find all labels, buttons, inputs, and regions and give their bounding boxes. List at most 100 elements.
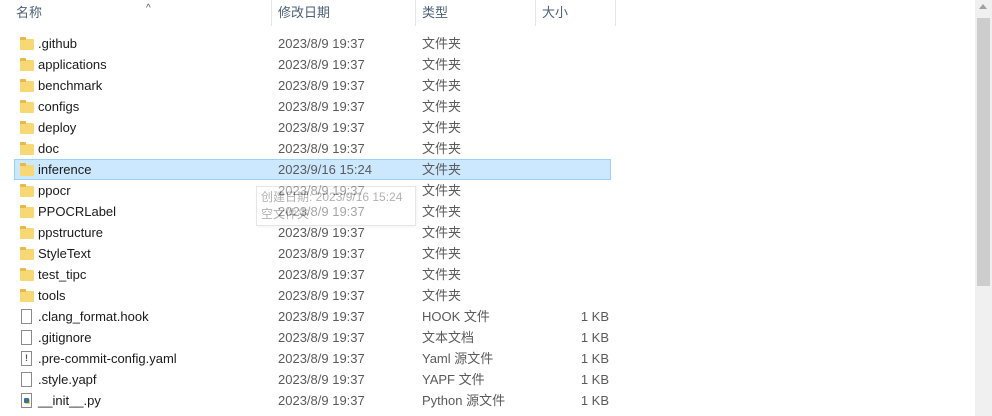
file-date: 2023/8/9 19:37 — [278, 372, 365, 387]
folder-icon — [19, 288, 35, 304]
file-date: 2023/9/16 15:24 — [278, 162, 372, 177]
file-name: configs — [38, 99, 80, 114]
file-size: 1 KB — [580, 351, 609, 366]
file-type: 文件夹 — [422, 99, 462, 114]
folder-icon — [19, 57, 35, 73]
file-name: .pre-commit-config.yaml — [38, 351, 177, 366]
file-type: 文件夹 — [422, 36, 462, 51]
file-name: StyleText — [38, 246, 91, 261]
file-row[interactable]: inference 2023/9/16 15:24 文件夹 — [14, 159, 611, 180]
file-type: 文件夹 — [422, 141, 462, 156]
tooltip: 创建日期: 2023/9/16 15:24 空文件夹 — [256, 186, 416, 226]
folder-icon-shape — [20, 226, 34, 239]
file-row[interactable]: tools 2023/8/9 19:37 文件夹 — [14, 285, 611, 306]
file-size — [535, 181, 609, 200]
file-date: 2023/8/9 19:37 — [278, 351, 365, 366]
file-type: 文件夹 — [422, 162, 462, 177]
column-header-size-label: 大小 — [542, 5, 569, 20]
file-size — [535, 286, 609, 305]
folder-icon — [19, 183, 35, 199]
column-header-type-label: 类型 — [422, 5, 449, 20]
file-type: 文件夹 — [422, 57, 462, 72]
file-row[interactable]: applications 2023/8/9 19:37 文件夹 — [14, 54, 611, 75]
file-row[interactable]: configs 2023/8/9 19:37 文件夹 — [14, 96, 611, 117]
yaml-icon-shape: ! — [21, 351, 32, 366]
file-icon — [19, 372, 35, 388]
file-size — [535, 265, 609, 284]
file-row[interactable]: deploy 2023/8/9 19:37 文件夹 — [14, 117, 611, 138]
file-size — [535, 139, 609, 158]
file-icon — [19, 330, 35, 346]
file-name: deploy — [38, 120, 77, 135]
file-row[interactable]: .clang_format.hook 2023/8/9 19:37 HOOK 文件 1… — [14, 306, 611, 327]
folder-icon-shape — [20, 37, 34, 50]
folder-icon — [19, 36, 35, 52]
file-row[interactable]: .github 2023/8/9 19:37 文件夹 — [14, 33, 611, 54]
column-header-size[interactable]: 大小 — [536, 0, 616, 26]
file-name: test_tipc — [38, 267, 87, 282]
python-file-icon — [19, 393, 35, 409]
column-header-name-label: 名称 — [16, 5, 43, 20]
file-name: PPOCRLabel — [38, 204, 117, 219]
column-header-type[interactable]: 类型 — [416, 0, 536, 26]
file-date: 2023/8/9 19:37 — [278, 78, 365, 93]
vertical-scrollbar[interactable] — [975, 0, 992, 416]
file-name: tools — [38, 288, 66, 303]
scroll-up-arrow-icon[interactable] — [979, 4, 987, 9]
scrollbar-thumb[interactable] — [977, 18, 990, 286]
file-size — [535, 55, 609, 74]
folder-icon-shape — [20, 163, 34, 176]
file-name: applications — [38, 57, 107, 72]
file-row[interactable]: doc 2023/8/9 19:37 文件夹 — [14, 138, 611, 159]
file-type: Yaml 源文件 — [422, 351, 494, 366]
column-header-name[interactable]: 名称 ^ — [10, 0, 272, 26]
folder-icon — [19, 204, 35, 220]
folder-icon — [19, 78, 35, 94]
file-type: 文件夹 — [422, 204, 462, 219]
file-icon-shape — [21, 330, 32, 345]
folder-icon-shape — [20, 289, 34, 302]
file-icon-shape — [21, 372, 32, 387]
file-size — [535, 244, 609, 263]
file-name: .github — [38, 36, 78, 51]
column-header-date[interactable]: 修改日期 — [272, 0, 416, 26]
file-name: inference — [38, 162, 92, 177]
file-name: __init__.py — [38, 393, 101, 408]
folder-icon-shape — [20, 79, 34, 92]
folder-icon-shape — [20, 205, 34, 218]
file-type: 文件夹 — [422, 183, 462, 198]
file-row[interactable]: __init__.py 2023/8/9 19:37 Python 源文件 1 KB — [14, 390, 611, 411]
file-name: benchmark — [38, 78, 103, 93]
file-size — [535, 202, 609, 221]
tooltip-folder-status: 空文件夹 — [261, 207, 310, 221]
file-type: YAPF 文件 — [422, 372, 485, 387]
file-date: 2023/8/9 19:37 — [278, 99, 365, 114]
folder-icon — [19, 99, 35, 115]
file-size — [535, 34, 609, 53]
file-date: 2023/8/9 19:37 — [278, 330, 365, 345]
file-size: 1 KB — [580, 309, 609, 324]
file-row[interactable]: benchmark 2023/8/9 19:37 文件夹 — [14, 75, 611, 96]
folder-icon-shape — [20, 58, 34, 71]
file-date: 2023/8/9 19:37 — [278, 267, 365, 282]
folder-icon — [19, 141, 35, 157]
folder-icon — [19, 162, 35, 178]
file-date: 2023/8/9 19:37 — [278, 57, 365, 72]
folder-icon — [19, 120, 35, 136]
folder-icon-shape — [20, 268, 34, 281]
file-type: Python 源文件 — [422, 393, 506, 408]
file-row[interactable]: test_tipc 2023/8/9 19:37 文件夹 — [14, 264, 611, 285]
file-row[interactable]: ! .pre-commit-config.yaml 2023/8/9 19:37 Ya… — [14, 348, 611, 369]
sort-ascending-icon: ^ — [146, 3, 151, 14]
file-type: HOOK 文件 — [422, 309, 490, 324]
python-file-icon-shape — [21, 393, 32, 408]
file-name: ppocr — [38, 183, 71, 198]
file-row[interactable]: .gitignore 2023/8/9 19:37 文本文档 1 KB — [14, 327, 611, 348]
file-name: .clang_format.hook — [38, 309, 149, 324]
file-row[interactable]: .style.yapf 2023/8/9 19:37 YAPF 文件 1 KB — [14, 369, 611, 390]
column-header-date-label: 修改日期 — [278, 5, 331, 20]
folder-icon — [19, 225, 35, 241]
file-row[interactable]: StyleText 2023/8/9 19:37 文件夹 — [14, 243, 611, 264]
folder-icon-shape — [20, 121, 34, 134]
file-size — [535, 76, 609, 95]
